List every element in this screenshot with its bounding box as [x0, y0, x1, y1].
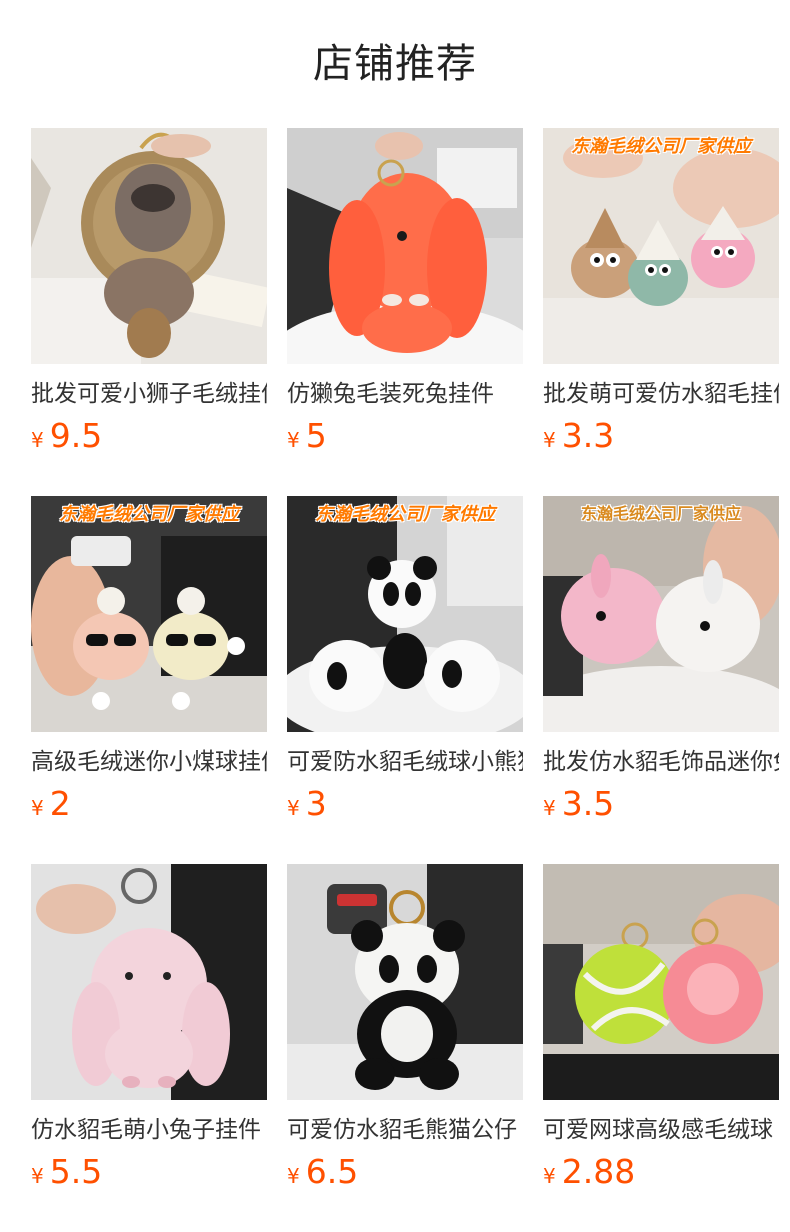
product-banner: 东瀚毛绒公司厂家供应: [315, 504, 495, 525]
currency-symbol: ¥: [31, 1164, 44, 1188]
price-value: 6.5: [305, 1152, 359, 1191]
product-price: ¥3.3: [543, 416, 614, 455]
product-name[interactable]: 批发仿水貂毛饰品迷你兔: [543, 746, 779, 778]
product-price: ¥2: [31, 784, 71, 823]
price-value: 2.88: [561, 1152, 636, 1191]
product-image-lion[interactable]: [31, 128, 267, 364]
product-price: ¥6.5: [287, 1152, 358, 1191]
product-price: ¥5.5: [31, 1152, 102, 1191]
product-image-bunny-balls[interactable]: 东瀚毛绒公司厂家供应: [543, 496, 779, 732]
currency-symbol: ¥: [31, 796, 44, 820]
product-name[interactable]: 仿水貂毛萌小兔子挂件: [31, 1114, 267, 1146]
price-value: 5: [305, 416, 327, 455]
currency-symbol: ¥: [287, 428, 300, 452]
price-value: 3.3: [561, 416, 615, 455]
product-price: ¥5: [287, 416, 327, 455]
product-image-orange-bunny[interactable]: [287, 128, 523, 364]
product-image-pandas[interactable]: 东瀚毛绒公司厂家供应: [287, 496, 523, 732]
product-image-tennis-balls[interactable]: [543, 864, 779, 1100]
product-image-sunglasses[interactable]: 东瀚毛绒公司厂家供应: [31, 496, 267, 732]
currency-symbol: ¥: [543, 796, 556, 820]
currency-symbol: ¥: [543, 428, 556, 452]
currency-symbol: ¥: [287, 1164, 300, 1188]
currency-symbol: ¥: [287, 796, 300, 820]
currency-symbol: ¥: [31, 428, 44, 452]
product-price: ¥3.5: [543, 784, 614, 823]
product-price: ¥2.88: [543, 1152, 635, 1191]
product-name[interactable]: 可爱网球高级感毛绒球: [543, 1114, 779, 1146]
product-name[interactable]: 可爱防水貂毛绒球小熊猫: [287, 746, 523, 778]
product-price: ¥9.5: [31, 416, 102, 455]
product-name[interactable]: 批发可爱小狮子毛绒挂件: [31, 378, 267, 410]
price-value: 2: [49, 784, 71, 823]
price-value: 9.5: [49, 416, 103, 455]
product-name[interactable]: 批发萌可爱仿水貂毛挂件: [543, 378, 779, 410]
product-image-panda-doll[interactable]: [287, 864, 523, 1100]
product-price: ¥3: [287, 784, 327, 823]
product-name[interactable]: 高级毛绒迷你小煤球挂件: [31, 746, 267, 778]
product-name[interactable]: 可爱仿水貂毛熊猫公仔: [287, 1114, 523, 1146]
product-image-knit-hats[interactable]: 东瀚毛绒公司厂家供应: [543, 128, 779, 364]
product-banner: 东瀚毛绒公司厂家供应: [580, 504, 741, 523]
currency-symbol: ¥: [543, 1164, 556, 1188]
section-title: 店铺推荐: [313, 41, 477, 87]
product-name[interactable]: 仿獭兔毛装死兔挂件: [287, 378, 523, 410]
product-banner: 东瀚毛绒公司厂家供应: [59, 504, 239, 525]
price-value: 3.5: [561, 784, 615, 823]
product-image-pink-bunny[interactable]: [31, 864, 267, 1100]
price-value: 5.5: [49, 1152, 103, 1191]
product-banner: 东瀚毛绒公司厂家供应: [571, 136, 751, 157]
price-value: 3: [305, 784, 327, 823]
